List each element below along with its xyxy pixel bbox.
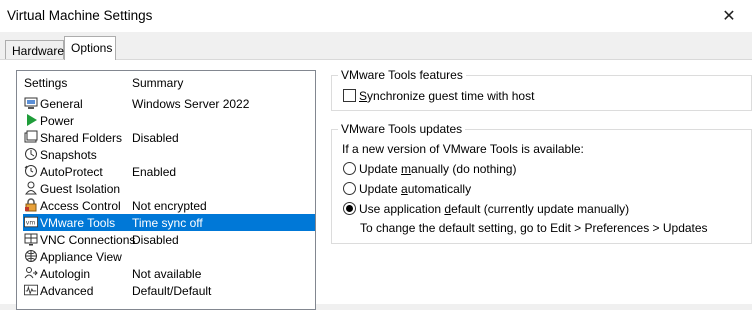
sync-time-checkbox[interactable] xyxy=(343,89,356,102)
list-item-label: Autologin xyxy=(40,267,91,281)
list-item-label: Appliance View xyxy=(40,250,122,264)
list-item-advanced[interactable]: Advanced Default/Default xyxy=(17,282,315,299)
opt2-a: Update xyxy=(359,182,402,196)
vmware-tools-icon: vm xyxy=(24,215,38,229)
list-item-summary: Default/Default xyxy=(132,284,212,298)
list-item-summary: Enabled xyxy=(132,165,177,179)
list-item-general[interactable]: General Windows Server 2022 xyxy=(17,95,315,112)
power-icon xyxy=(24,113,38,127)
list-item-summary: Disabled xyxy=(132,131,179,145)
shared-folders-icon xyxy=(24,130,38,144)
list-item-summary: Disabled xyxy=(132,233,179,247)
opt1-b: anually (do nothing) xyxy=(411,162,517,176)
general-icon xyxy=(24,96,38,110)
list-item-autologin[interactable]: Autologin Not available xyxy=(17,265,315,282)
list-item-label: Shared Folders xyxy=(40,131,123,145)
settings-list[interactable]: Settings Summary General Windows Server … xyxy=(16,70,316,310)
list-item-summary: Not available xyxy=(132,267,202,281)
opt1-mnemonic: m xyxy=(401,162,412,176)
close-button[interactable]: ✕ xyxy=(706,0,752,32)
advanced-icon xyxy=(24,283,38,297)
sync-rest: ynchronize guest time with host xyxy=(367,89,535,103)
title-bar: Virtual Machine Settings ✕ xyxy=(0,0,752,32)
list-item-guest-isolation[interactable]: Guest Isolation xyxy=(17,180,315,197)
window-title: Virtual Machine Settings xyxy=(7,8,153,23)
list-item-label: Power xyxy=(40,114,75,128)
features-group-title: VMware Tools features xyxy=(338,68,466,82)
autoprotect-icon xyxy=(24,164,38,178)
guest-isolation-icon xyxy=(24,181,38,195)
updates-prompt: If a new version of VMware Tools is avai… xyxy=(342,142,584,156)
list-item-label: Snapshots xyxy=(40,148,97,162)
list-item-snapshots[interactable]: Snapshots xyxy=(17,146,315,163)
list-item-label: Advanced xyxy=(40,284,94,298)
update-automatically-label[interactable]: Update automatically xyxy=(359,182,471,196)
svg-text:vm: vm xyxy=(26,220,36,227)
tab-options-label: Options xyxy=(71,41,113,55)
tab-hardware-label: Hardware xyxy=(12,44,65,58)
updates-group-title: VMware Tools updates xyxy=(338,122,466,136)
snapshots-icon xyxy=(24,147,38,161)
header-settings[interactable]: Settings xyxy=(24,76,67,90)
list-item-label: AutoProtect xyxy=(40,165,103,179)
header-summary[interactable]: Summary xyxy=(132,76,183,90)
list-item-label: General xyxy=(40,97,83,111)
use-default-label[interactable]: Use application default (currently updat… xyxy=(359,202,629,216)
opt2-b: utomatically xyxy=(407,182,472,196)
list-item-summary: Time sync off xyxy=(132,216,203,230)
list-header: Settings Summary xyxy=(17,71,315,93)
list-item-label: VMware Tools xyxy=(40,216,116,230)
update-manually-label[interactable]: Update manually (do nothing) xyxy=(359,162,516,176)
updates-group: VMware Tools updates If a new version of… xyxy=(331,122,752,244)
access-control-icon xyxy=(24,198,38,212)
vnc-icon xyxy=(24,232,38,246)
sync-time-label[interactable]: Synchronize guest time with host xyxy=(359,89,534,103)
list-item-autoprotect[interactable]: AutoProtect Enabled xyxy=(17,163,315,180)
opt2-mnemonic: a xyxy=(401,182,408,196)
opt3-a: Use application xyxy=(359,202,445,216)
list-item-access-control[interactable]: Access Control Not encrypted xyxy=(17,197,315,214)
autologin-icon xyxy=(24,266,38,280)
opt3-b: efault (currently update manually) xyxy=(451,202,630,216)
close-icon: ✕ xyxy=(722,8,736,25)
list-item-summary: Windows Server 2022 xyxy=(132,97,250,111)
list-item-vnc-connections[interactable]: VNC Connections Disabled xyxy=(17,231,315,248)
list-item-shared-folders[interactable]: Shared Folders Disabled xyxy=(17,129,315,146)
updates-note: To change the default setting, go to Edi… xyxy=(360,221,708,235)
sync-mnemonic: S xyxy=(359,89,368,103)
update-manually-radio[interactable] xyxy=(343,162,356,175)
opt1-a: Update xyxy=(359,162,402,176)
list-item-summary: Not encrypted xyxy=(132,199,207,213)
tab-options[interactable]: Options xyxy=(64,36,116,60)
list-item-vmware-tools[interactable]: vm VMware Tools Time sync off xyxy=(23,214,315,231)
list-item-label: Access Control xyxy=(40,199,121,213)
features-group: VMware Tools features Synchronize guest … xyxy=(331,68,752,111)
list-item-appliance-view[interactable]: Appliance View xyxy=(17,248,315,265)
list-item-label: VNC Connections xyxy=(40,233,136,247)
tab-hardware[interactable]: Hardware xyxy=(5,40,64,60)
use-default-radio[interactable] xyxy=(343,202,356,215)
list-item-label: Guest Isolation xyxy=(40,182,121,196)
appliance-view-icon xyxy=(24,249,38,263)
update-automatically-radio[interactable] xyxy=(343,182,356,195)
list-item-power[interactable]: Power xyxy=(17,112,315,129)
